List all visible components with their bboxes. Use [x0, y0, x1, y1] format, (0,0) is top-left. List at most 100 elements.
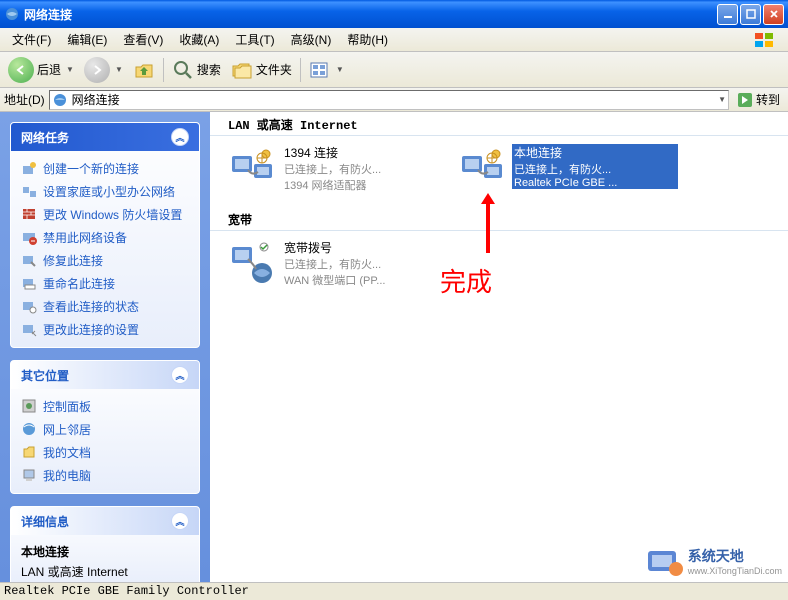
- annotation-text: 完成: [440, 262, 492, 299]
- group-lan-body: 1394 连接 已连接上，有防火... 1394 网络适配器 本地连接 已连接上…: [210, 136, 788, 207]
- annotation-arrow-icon: [478, 188, 498, 258]
- watermark: 系统天地 www.XiTongTianDi.com: [644, 545, 782, 577]
- menu-file[interactable]: 文件(F): [4, 29, 59, 50]
- connection-broadband-dial[interactable]: 宽带拨号 已连接上，有防火... WAN 微型端口 (PP...: [228, 239, 448, 288]
- control-panel-icon: [21, 398, 37, 414]
- connection-status: 已连接上，有防火...: [282, 161, 448, 177]
- connection-device: 1394 网络适配器: [282, 177, 448, 193]
- home-network-icon: [21, 183, 37, 199]
- toolbar: 后退 ▼ ▼ 搜索 文件夹 ▼: [0, 52, 788, 88]
- menu-favorites[interactable]: 收藏(A): [171, 29, 227, 50]
- menu-advanced[interactable]: 高级(N): [283, 29, 340, 50]
- task-change-settings[interactable]: 更改此连接的设置: [21, 318, 189, 341]
- link-network-neighborhood[interactable]: 网上邻居: [21, 418, 189, 441]
- connection-device: WAN 微型端口 (PP...: [282, 272, 448, 288]
- address-value: 网络连接: [72, 91, 120, 108]
- go-button[interactable]: 转到: [733, 91, 784, 108]
- folders-button[interactable]: 文件夹: [227, 56, 296, 84]
- network-neighborhood-icon: [21, 421, 37, 437]
- body-area: 网络任务 ︽ 创建一个新的连接 设置家庭或小型办公网络 更改 Windows 防…: [0, 112, 788, 582]
- views-dropdown-icon: ▼: [336, 65, 344, 74]
- link-control-panel[interactable]: 控制面板: [21, 395, 189, 418]
- folders-icon: [231, 61, 253, 79]
- task-new-connection[interactable]: 创建一个新的连接: [21, 157, 189, 180]
- search-button[interactable]: 搜索: [168, 56, 225, 84]
- go-label: 转到: [756, 91, 780, 108]
- disable-icon: [21, 229, 37, 245]
- toolbar-separator-2: [300, 58, 301, 82]
- task-rename[interactable]: 重命名此连接: [21, 272, 189, 295]
- connection-name: 本地连接: [512, 144, 678, 161]
- go-icon: [737, 92, 753, 108]
- network-tasks-panel: 网络任务 ︽ 创建一个新的连接 设置家庭或小型办公网络 更改 Windows 防…: [10, 122, 200, 348]
- search-label: 搜索: [197, 61, 221, 78]
- firewall-icon: [21, 206, 37, 222]
- group-lan-header: LAN 或高速 Internet: [210, 112, 788, 136]
- minimize-button[interactable]: [717, 4, 738, 25]
- other-places-header[interactable]: 其它位置 ︽: [11, 361, 199, 389]
- address-dropdown-icon[interactable]: ▼: [718, 95, 726, 104]
- menu-tools[interactable]: 工具(T): [227, 29, 282, 50]
- connection-1394[interactable]: 1394 连接 已连接上，有防火... 1394 网络适配器: [228, 144, 448, 193]
- window-controls: [717, 4, 784, 25]
- status-text: Realtek PCIe GBE Family Controller: [4, 584, 249, 598]
- detail-name: 本地连接: [21, 541, 189, 562]
- details-header[interactable]: 详细信息 ︽: [11, 507, 199, 535]
- link-my-computer[interactable]: 我的电脑: [21, 464, 189, 487]
- link-my-documents[interactable]: 我的文档: [21, 441, 189, 464]
- detail-type: LAN 或高速 Internet: [21, 562, 189, 581]
- content-area: LAN 或高速 Internet 1394 连接 已连接上，有防火... 139…: [210, 112, 788, 582]
- task-home-network[interactable]: 设置家庭或小型办公网络: [21, 180, 189, 203]
- details-panel: 详细信息 ︽ 本地连接 LAN 或高速 Internet: [10, 506, 200, 582]
- network-tasks-header[interactable]: 网络任务 ︽: [11, 123, 199, 151]
- connection-icon: [228, 239, 276, 287]
- search-icon: [172, 59, 194, 81]
- title-bar: 网络连接: [0, 0, 788, 28]
- close-button[interactable]: [763, 4, 784, 25]
- network-tasks-title: 网络任务: [21, 129, 69, 146]
- status-bar: Realtek PCIe GBE Family Controller: [0, 582, 788, 600]
- task-firewall[interactable]: 更改 Windows 防火墙设置: [21, 203, 189, 226]
- new-connection-icon: [21, 160, 37, 176]
- back-dropdown-icon: ▼: [66, 65, 74, 74]
- connection-name: 1394 连接: [282, 144, 448, 161]
- views-button[interactable]: ▼: [305, 56, 348, 84]
- group-broadband-header: 宽带: [210, 207, 788, 231]
- back-button[interactable]: 后退 ▼: [4, 56, 78, 84]
- watermark-icon: [644, 545, 684, 577]
- menu-edit[interactable]: 编辑(E): [59, 29, 115, 50]
- sidebar: 网络任务 ︽ 创建一个新的连接 设置家庭或小型办公网络 更改 Windows 防…: [0, 112, 210, 582]
- folders-label: 文件夹: [256, 61, 292, 78]
- documents-icon: [21, 444, 37, 460]
- watermark-brand: 系统天地: [688, 546, 782, 566]
- connection-local[interactable]: 本地连接 已连接上，有防火... Realtek PCIe GBE ...: [458, 144, 678, 193]
- toolbar-separator: [163, 58, 164, 82]
- watermark-url: www.XiTongTianDi.com: [688, 566, 782, 576]
- other-places-title: 其它位置: [21, 367, 69, 384]
- task-view-status[interactable]: 查看此连接的状态: [21, 295, 189, 318]
- repair-icon: [21, 252, 37, 268]
- connection-status: 已连接上，有防火...: [512, 161, 678, 177]
- address-input[interactable]: 网络连接 ▼: [49, 90, 729, 110]
- up-button[interactable]: [129, 56, 159, 84]
- menu-help[interactable]: 帮助(H): [339, 29, 396, 50]
- collapse-icon: ︽: [171, 512, 189, 530]
- forward-icon: [84, 57, 110, 83]
- up-folder-icon: [133, 59, 155, 81]
- forward-button[interactable]: ▼: [80, 56, 127, 84]
- task-repair[interactable]: 修复此连接: [21, 249, 189, 272]
- address-bar: 地址(D) 网络连接 ▼ 转到: [0, 88, 788, 112]
- menu-view[interactable]: 查看(V): [115, 29, 171, 50]
- collapse-icon: ︽: [171, 128, 189, 146]
- connection-device: Realtek PCIe GBE ...: [512, 177, 678, 189]
- back-label: 后退: [37, 61, 61, 78]
- rename-icon: [21, 275, 37, 291]
- other-places-panel: 其它位置 ︽ 控制面板 网上邻居 我的文档 我的电脑: [10, 360, 200, 494]
- address-label: 地址(D): [4, 91, 45, 108]
- computer-icon: [21, 467, 37, 483]
- forward-dropdown-icon: ▼: [115, 65, 123, 74]
- task-disable-device[interactable]: 禁用此网络设备: [21, 226, 189, 249]
- network-tasks-body: 创建一个新的连接 设置家庭或小型办公网络 更改 Windows 防火墙设置 禁用…: [11, 151, 199, 347]
- maximize-button[interactable]: [740, 4, 761, 25]
- status-icon: [21, 298, 37, 314]
